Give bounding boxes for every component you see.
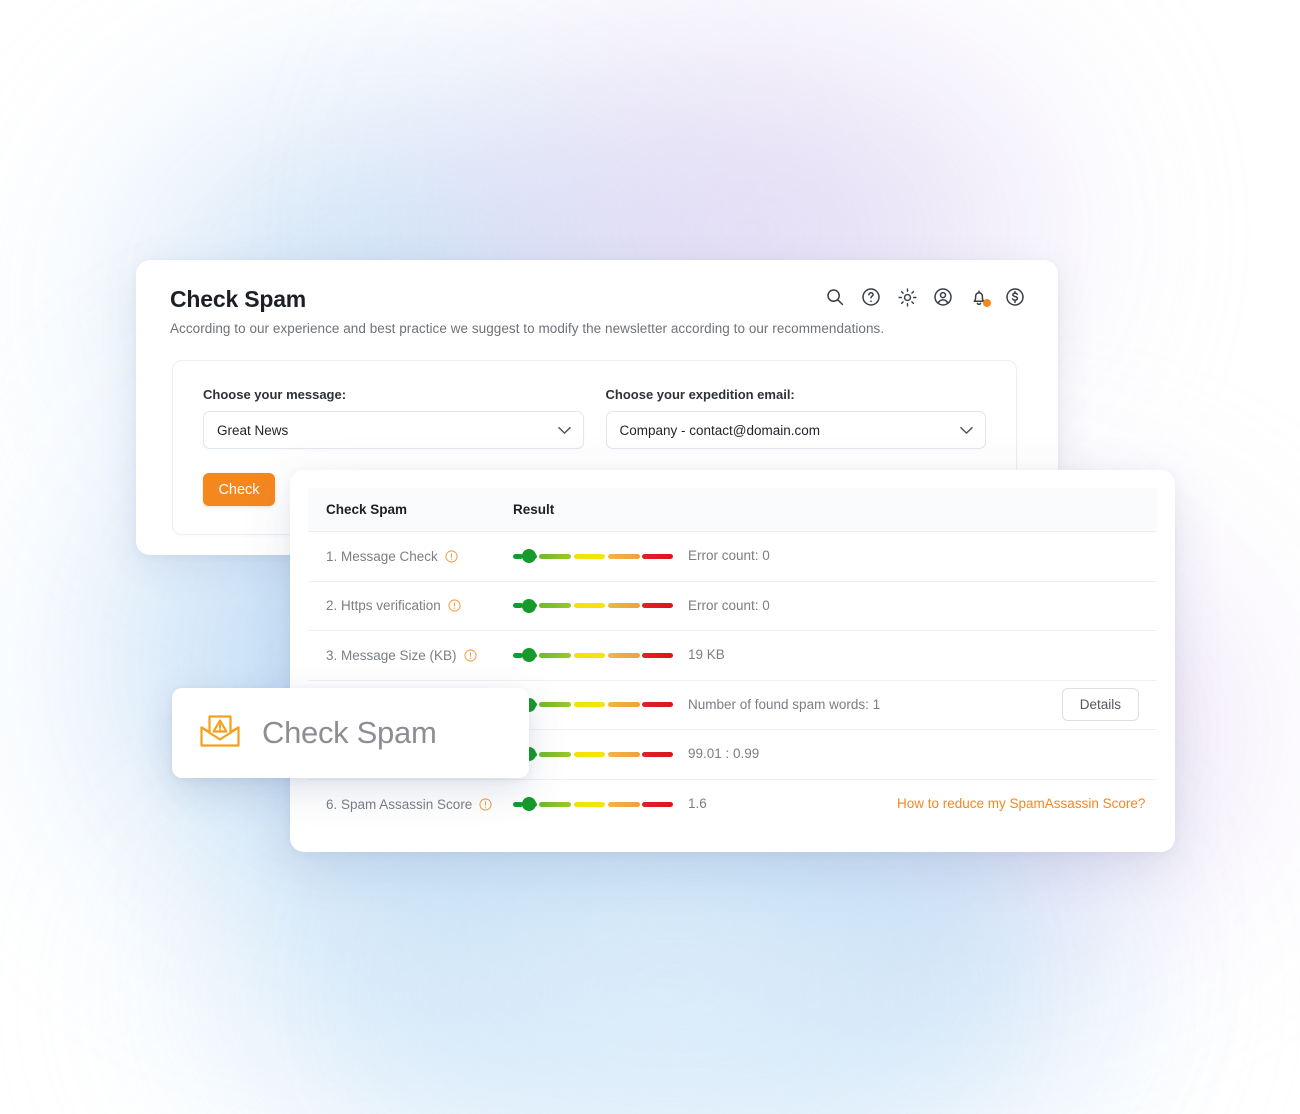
severity-gauge — [513, 697, 674, 712]
message-field-label: Choose your message: — [203, 387, 347, 402]
header-icon-bar — [824, 286, 1026, 308]
search-icon[interactable] — [824, 286, 846, 308]
notification-badge — [983, 299, 991, 307]
row-label: 2. Https verification — [326, 598, 513, 613]
row-label: 1. Message Check — [326, 549, 513, 564]
table-row: 6. Spam Assassin Score 1.6 How to reduce… — [308, 780, 1157, 830]
row-label-text: 2. Https verification — [326, 598, 441, 614]
row-label-text: 1. Message Check — [326, 548, 438, 564]
row-label: 3. Message Size (KB) — [326, 648, 513, 663]
reduce-spamassassin-score-link[interactable]: How to reduce my SpamAssassin Score? — [897, 796, 1145, 811]
email-field-label: Choose your expedition email: — [605, 387, 795, 402]
row-label: 6. Spam Assassin Score — [326, 797, 513, 812]
check-spam-feature-card: Check Spam — [172, 688, 529, 778]
table-row: 3. Message Size (KB) 19 KB — [308, 631, 1157, 681]
table-row: 2. Https verification Error count: 0 — [308, 582, 1157, 631]
page-subtitle: According to our experience and best pra… — [170, 321, 885, 336]
feature-card-label: Check Spam — [262, 715, 437, 750]
severity-gauge — [513, 797, 674, 812]
message-select-value: Great News — [217, 422, 289, 438]
row-value: Number of found spam words: 1 — [688, 696, 881, 712]
panel-header: Check Spam According to our experience a… — [136, 260, 1058, 336]
gauge-marker — [522, 598, 536, 613]
email-select[interactable]: Company - contact@domain.com — [605, 411, 986, 449]
message-select[interactable]: Great News — [203, 411, 584, 449]
results-table-header: Check Spam Result — [308, 488, 1157, 532]
info-icon[interactable] — [445, 550, 458, 563]
row-value: Error count: 0 — [688, 548, 770, 564]
row-label-text: 3. Message Size (KB) — [326, 647, 457, 663]
check-button[interactable]: Check — [203, 473, 275, 506]
details-button[interactable]: Details — [1061, 688, 1139, 722]
info-icon[interactable] — [463, 649, 477, 662]
help-icon[interactable] — [860, 286, 882, 308]
severity-gauge — [513, 549, 674, 564]
row-label-text: 6. Spam Assassin Score — [326, 796, 473, 812]
form-row: Choose your message: Great News Choose y… — [203, 387, 986, 449]
message-field-group: Choose your message: Great News — [203, 387, 584, 449]
column-header-result: Result — [513, 502, 555, 517]
gauge-marker — [522, 797, 536, 812]
gauge-marker — [522, 648, 536, 663]
row-value: 19 KB — [688, 647, 725, 663]
row-value: 1.6 — [688, 796, 707, 812]
table-row: 1. Message Check Error count: 0 — [308, 532, 1157, 582]
gear-icon[interactable] — [896, 286, 918, 308]
info-icon[interactable] — [448, 599, 461, 612]
chevron-down-icon — [557, 423, 571, 438]
info-icon[interactable] — [479, 798, 492, 811]
envelope-warning-icon — [198, 710, 242, 757]
severity-gauge — [513, 598, 674, 613]
chevron-down-icon — [960, 423, 973, 438]
dollar-icon[interactable] — [1004, 286, 1026, 308]
results-panel: Check Spam Result 1. Message Check Error… — [290, 470, 1175, 852]
column-header-check-spam: Check Spam — [326, 502, 408, 517]
row-value: 99.01 : 0.99 — [688, 746, 760, 762]
row-value: Error count: 0 — [688, 597, 770, 613]
email-field-group: Choose your expedition email: Company - … — [605, 387, 986, 449]
severity-gauge — [513, 648, 674, 663]
email-select-value: Company - contact@domain.com — [619, 422, 821, 438]
gauge-marker — [522, 549, 536, 564]
bell-icon[interactable] — [968, 286, 991, 308]
severity-gauge — [513, 747, 674, 762]
user-icon[interactable] — [932, 286, 954, 308]
bg-blob-white-center — [420, 880, 920, 1100]
